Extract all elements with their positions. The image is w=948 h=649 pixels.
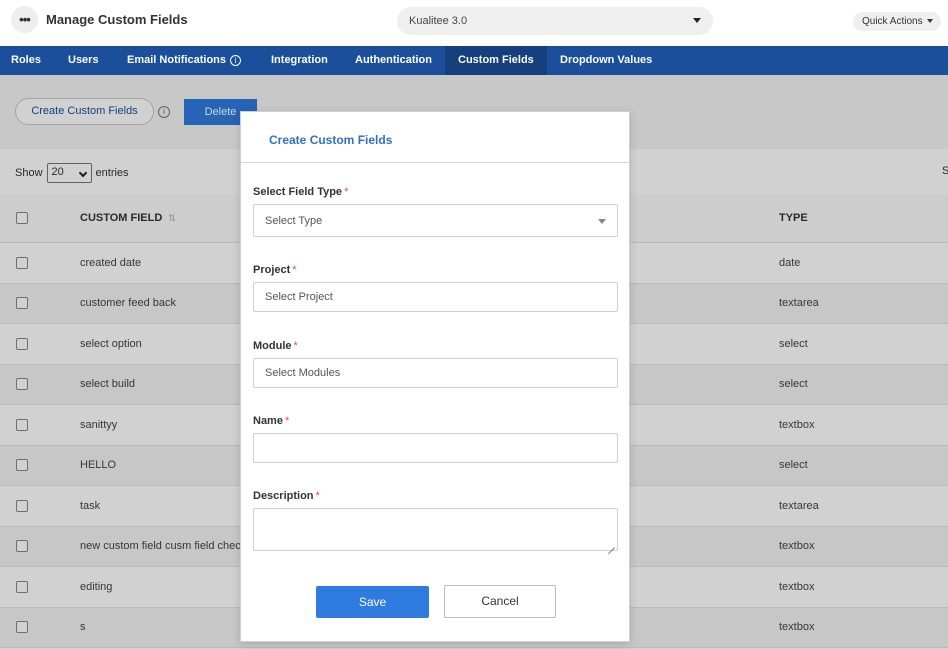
tab-users[interactable]: Users xyxy=(57,46,110,75)
description-textarea[interactable] xyxy=(253,508,618,551)
project-value: Select Project xyxy=(265,291,333,303)
create-custom-fields-modal: Create Custom Fields Select Field Type * … xyxy=(240,111,630,642)
name-input[interactable] xyxy=(253,433,618,463)
required-mark: * xyxy=(293,340,298,352)
module-select[interactable]: Select Modules xyxy=(253,358,618,388)
page-title: Manage Custom Fields xyxy=(46,12,188,27)
description-label: Description * xyxy=(253,490,320,502)
name-label: Name * xyxy=(253,415,289,427)
module-label-text: Module xyxy=(253,340,292,352)
description-label-text: Description xyxy=(253,490,314,502)
ellipsis-icon[interactable]: ••• xyxy=(11,6,38,33)
tab-roles[interactable]: Roles xyxy=(0,46,52,75)
quick-actions-button[interactable]: Quick Actions xyxy=(853,12,941,31)
cancel-button[interactable]: Cancel xyxy=(444,585,556,618)
project-select[interactable]: Select Project xyxy=(253,282,618,312)
save-button[interactable]: Save xyxy=(316,586,429,618)
field-type-value: Select Type xyxy=(265,214,323,227)
tab-email-notifications-label: Email Notifications xyxy=(127,54,227,66)
tab-integration[interactable]: Integration xyxy=(260,46,339,75)
modal-header: Create Custom Fields xyxy=(241,112,629,163)
caret-down-icon xyxy=(693,18,701,23)
tab-authentication[interactable]: Authentication xyxy=(344,46,443,75)
info-icon: i xyxy=(230,54,242,66)
project-label-text: Project xyxy=(253,264,291,276)
top-header: ••• Manage Custom Fields Kualitee 3.0 Qu… xyxy=(0,0,948,46)
field-type-label: Select Field Type * xyxy=(253,186,348,198)
resize-grip-icon[interactable] xyxy=(607,540,615,548)
quick-actions-label: Quick Actions xyxy=(862,16,923,27)
required-mark: * xyxy=(315,490,320,502)
project-selector-value: Kualitee 3.0 xyxy=(409,15,468,27)
module-label: Module * xyxy=(253,340,298,352)
name-label-text: Name xyxy=(253,415,283,427)
modal-title: Create Custom Fields xyxy=(269,133,393,147)
tab-custom-fields[interactable]: Custom Fields xyxy=(445,46,547,75)
field-type-select[interactable]: Select Type xyxy=(253,204,618,237)
settings-nav: Roles Users Email Notifications i Integra… xyxy=(0,46,948,75)
required-mark: * xyxy=(344,186,349,198)
caret-down-icon xyxy=(598,219,606,224)
tab-dropdown-values[interactable]: Dropdown Values xyxy=(549,46,663,75)
module-value: Select Modules xyxy=(265,367,341,379)
required-mark: * xyxy=(292,264,297,276)
project-selector[interactable]: Kualitee 3.0 xyxy=(397,7,713,35)
required-mark: * xyxy=(284,415,290,427)
project-label: Project * xyxy=(253,264,297,276)
caret-down-icon xyxy=(926,19,933,24)
tab-email-notifications[interactable]: Email Notifications i xyxy=(116,46,252,75)
field-type-label-text: Select Field Type xyxy=(253,186,343,198)
